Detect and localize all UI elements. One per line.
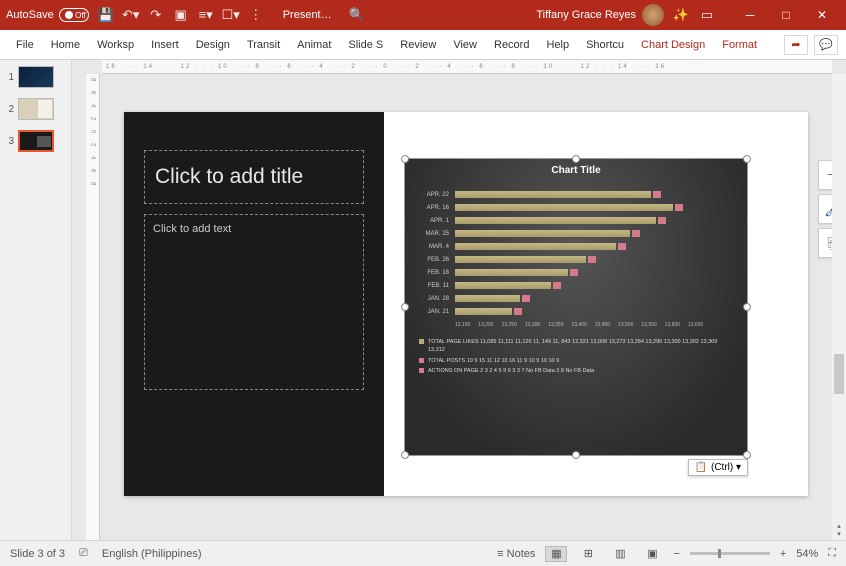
slide-counter[interactable]: Slide 3 of 3 xyxy=(10,548,65,560)
tab-insert[interactable]: Insert xyxy=(143,33,187,57)
fit-window-button[interactable]: ⛶ xyxy=(828,547,836,560)
scroll-arrows[interactable]: ▴▾ xyxy=(832,522,846,538)
minimize-button[interactable]: ─ xyxy=(732,0,768,30)
tab-workspace[interactable]: Worksp xyxy=(89,33,142,57)
coming-soon-icon[interactable]: ✨ xyxy=(672,6,690,24)
resize-handle[interactable] xyxy=(401,155,409,163)
chart-legend: TOTAL PAGE LIKES 11,085 11,111 11,126 11… xyxy=(405,328,747,383)
thumb-2[interactable]: 2 xyxy=(4,98,67,120)
qat-overflow-icon[interactable]: ⋮ xyxy=(247,6,265,24)
resize-handle[interactable] xyxy=(743,155,751,163)
avatar xyxy=(642,4,664,26)
thumb-1[interactable]: 1 xyxy=(4,66,67,88)
bar-row: FEB. 18 xyxy=(455,266,727,279)
undo-icon[interactable]: ↶▾ xyxy=(122,6,140,24)
slide-left-panel: Click to add title Click to add text xyxy=(124,112,384,496)
chart-x-axis: 13,15013,20013,25013,30013,35013,40013,4… xyxy=(405,322,747,328)
chart-object[interactable]: Chart Title APR. 22APR. 16APR. 1MAR. 25M… xyxy=(404,158,748,456)
tab-view[interactable]: View xyxy=(445,33,485,57)
comments-button[interactable]: 💬 xyxy=(814,35,838,55)
slideshow-view-button[interactable]: ▣ xyxy=(641,546,663,562)
tab-review[interactable]: Review xyxy=(392,33,444,57)
user-account[interactable]: Tiffany Grace Reyes xyxy=(536,4,664,26)
list-icon[interactable]: ≡▾ xyxy=(197,6,215,24)
ribbon-display-icon[interactable]: ▭ xyxy=(698,6,716,24)
save-icon[interactable]: 💾 xyxy=(97,6,115,24)
tab-slideshow[interactable]: Slide S xyxy=(340,33,391,57)
autosave-label: AutoSave xyxy=(6,9,54,21)
normal-view-button[interactable]: ▦ xyxy=(545,546,567,562)
zoom-out-button[interactable]: − xyxy=(673,548,679,560)
scrollbar-thumb[interactable] xyxy=(834,354,844,394)
ribbon-tabs: File Home Worksp Insert Design Transit A… xyxy=(0,30,846,60)
slide-thumbnails: 1 2 3 xyxy=(0,60,72,540)
zoom-level[interactable]: 54% xyxy=(796,548,818,560)
tab-recording[interactable]: Record xyxy=(486,33,537,57)
redo-icon[interactable]: ↷ xyxy=(147,6,165,24)
zoom-in-button[interactable]: + xyxy=(780,548,786,560)
resize-handle[interactable] xyxy=(572,451,580,459)
accessibility-icon[interactable]: ⎚ xyxy=(79,547,88,560)
vertical-ruler: 8 6 4 2 0 2 4 6 8 xyxy=(86,74,100,540)
sorter-view-button[interactable]: ⊞ xyxy=(577,546,599,562)
bar-row: JAN. 21 xyxy=(455,305,727,318)
doc-title: Present… xyxy=(283,9,332,21)
search-icon[interactable]: 🔍 xyxy=(348,6,366,24)
bar-row: MAR. 25 xyxy=(455,227,727,240)
reading-view-button[interactable]: ▥ xyxy=(609,546,631,562)
maximize-button[interactable]: □ xyxy=(768,0,804,30)
tab-format[interactable]: Format xyxy=(714,33,765,57)
vertical-scrollbar[interactable]: ▴▾ xyxy=(832,74,846,540)
title-placeholder[interactable]: Click to add title xyxy=(144,150,364,204)
tab-help[interactable]: Help xyxy=(538,33,577,57)
thumb-3[interactable]: 3 xyxy=(4,130,67,152)
bar-row: APR. 22 xyxy=(455,188,727,201)
resize-handle[interactable] xyxy=(743,303,751,311)
bar-row: JAN. 28 xyxy=(455,292,727,305)
tab-transitions[interactable]: Transit xyxy=(239,33,288,57)
qat: 💾 ↶▾ ↷ ▣ ≡▾ ☐▾ ⋮ xyxy=(97,6,265,24)
resize-handle[interactable] xyxy=(401,303,409,311)
resize-handle[interactable] xyxy=(572,155,580,163)
toggle-switch[interactable]: Off xyxy=(59,8,89,22)
clipboard-icon: 📋 xyxy=(695,462,707,473)
share-button[interactable]: ➦ xyxy=(784,35,808,55)
workspace: 1 2 3 16 · · · 14 · · · 12 · · · 10 · · … xyxy=(0,60,846,540)
notes-toggle[interactable]: ≡ Notes xyxy=(497,548,535,560)
bar-row: APR. 16 xyxy=(455,201,727,214)
status-right: ≡ Notes ▦ ⊞ ▥ ▣ − + 54% ⛶ xyxy=(497,546,836,562)
tab-design[interactable]: Design xyxy=(188,33,238,57)
window-controls: ─ □ ✕ xyxy=(732,0,840,30)
canvas-area: 16 · · · 14 · · · 12 · · · 10 · · · 8 · … xyxy=(72,60,846,540)
bar-row: FEB. 26 xyxy=(455,253,727,266)
present-icon[interactable]: ▣ xyxy=(172,6,190,24)
bar-row: FEB. 11 xyxy=(455,279,727,292)
tab-home[interactable]: Home xyxy=(43,33,88,57)
status-bar: Slide 3 of 3 ⎚ English (Philippines) ≡ N… xyxy=(0,540,846,566)
chart-bars: APR. 22APR. 16APR. 1MAR. 25MAR. 4FEB. 26… xyxy=(405,182,747,318)
zoom-slider[interactable] xyxy=(690,552,770,555)
tab-chart-design[interactable]: Chart Design xyxy=(633,33,713,57)
slide[interactable]: Click to add title Click to add text Cha… xyxy=(124,112,808,496)
autosave-toggle[interactable]: AutoSave Off xyxy=(6,8,89,22)
titlebar: AutoSave Off 💾 ↶▾ ↷ ▣ ≡▾ ☐▾ ⋮ Present… 🔍… xyxy=(0,0,846,30)
resize-handle[interactable] xyxy=(743,451,751,459)
bar-row: MAR. 4 xyxy=(455,240,727,253)
language-status[interactable]: English (Philippines) xyxy=(102,548,202,560)
tab-file[interactable]: File xyxy=(8,33,42,57)
tab-shortcuts[interactable]: Shortcu xyxy=(578,33,632,57)
touch-icon[interactable]: ☐▾ xyxy=(222,6,240,24)
close-button[interactable]: ✕ xyxy=(804,0,840,30)
paste-options[interactable]: 📋 (Ctrl) ▾ xyxy=(688,459,748,476)
user-name: Tiffany Grace Reyes xyxy=(536,9,636,21)
horizontal-ruler: 16 · · · 14 · · · 12 · · · 10 · · · 8 · … xyxy=(102,60,832,74)
resize-handle[interactable] xyxy=(401,451,409,459)
bar-row: APR. 1 xyxy=(455,214,727,227)
tab-animations[interactable]: Animat xyxy=(289,33,339,57)
slide-right-panel: Chart Title APR. 22APR. 16APR. 1MAR. 25M… xyxy=(384,112,808,496)
ribbon-right: ➦ 💬 xyxy=(784,35,838,55)
text-placeholder[interactable]: Click to add text xyxy=(144,214,364,390)
